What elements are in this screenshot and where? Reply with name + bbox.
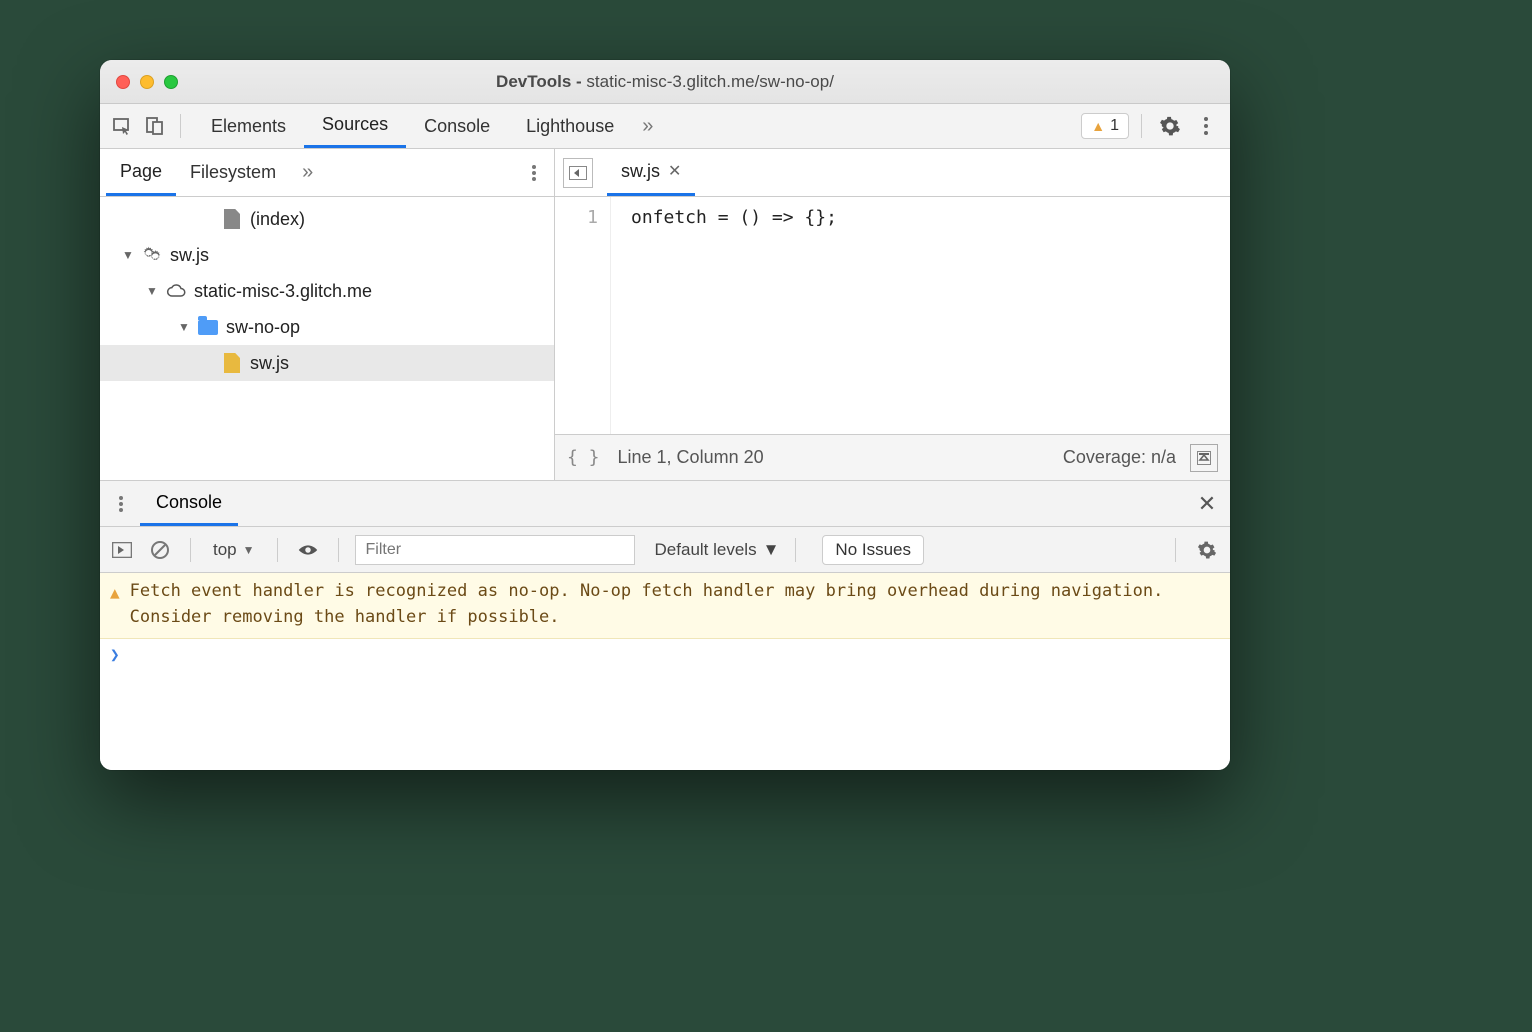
sidebar-more-tabs-icon[interactable]: » — [290, 161, 325, 184]
divider — [795, 538, 796, 562]
service-worker-icon — [142, 243, 162, 267]
more-tabs-icon[interactable]: » — [632, 115, 663, 138]
editor-tabs: sw.js ✕ — [555, 149, 1230, 197]
issues-button[interactable]: No Issues — [822, 535, 924, 565]
tree-item-sw-root[interactable]: ▼ sw.js — [100, 237, 554, 273]
close-window-button[interactable] — [116, 75, 130, 89]
cloud-icon — [166, 279, 186, 303]
warning-icon: ▲ — [110, 579, 120, 630]
tree-label: sw-no-op — [226, 317, 300, 338]
log-levels-selector[interactable]: Default levels ▼ — [645, 540, 780, 560]
editor-pane: sw.js ✕ 1 onfetch = () => {}; { } Line 1… — [555, 149, 1230, 480]
tree-item-swjs[interactable]: sw.js — [100, 345, 554, 381]
toggle-navigator-icon[interactable] — [563, 158, 593, 188]
levels-label: Default levels — [655, 540, 757, 560]
drawer-more-options-icon[interactable] — [108, 496, 134, 512]
sidebar-tab-filesystem[interactable]: Filesystem — [176, 149, 290, 196]
line-number: 1 — [555, 207, 598, 228]
title-url: static-misc-3.glitch.me/sw-no-op/ — [586, 72, 834, 91]
zoom-window-button[interactable] — [164, 75, 178, 89]
show-console-sidebar-icon[interactable] — [108, 536, 136, 564]
code-editor[interactable]: 1 onfetch = () => {}; — [555, 197, 1230, 434]
warning-message: Fetch event handler is recognized as no-… — [130, 579, 1220, 630]
editor-status-bar: { } Line 1, Column 20 Coverage: n/a — [555, 434, 1230, 480]
cursor-position: Line 1, Column 20 — [618, 447, 764, 468]
clear-console-icon[interactable] — [146, 536, 174, 564]
pretty-print-icon[interactable]: { } — [567, 447, 600, 468]
tree-label: sw.js — [250, 353, 289, 374]
traffic-lights — [116, 75, 178, 89]
warnings-badge[interactable]: ▲ 1 — [1081, 113, 1129, 139]
coverage-label: Coverage: n/a — [1063, 447, 1176, 468]
dropdown-icon: ▼ — [763, 540, 780, 560]
tab-elements[interactable]: Elements — [193, 104, 304, 148]
line-gutter: 1 — [555, 197, 611, 434]
inspect-element-icon[interactable] — [108, 112, 136, 140]
divider — [338, 538, 339, 562]
device-toolbar-icon[interactable] — [140, 112, 168, 140]
title-prefix: DevTools - — [496, 72, 586, 91]
editor-tab-label: sw.js — [621, 161, 660, 182]
drawer-tab-console[interactable]: Console — [140, 481, 238, 526]
dropdown-icon: ▼ — [243, 543, 255, 557]
divider — [190, 538, 191, 562]
warning-icon: ▲ — [1091, 118, 1105, 134]
divider — [1175, 538, 1176, 562]
divider — [180, 114, 181, 138]
divider — [277, 538, 278, 562]
file-tree: (index) ▼ sw.js ▼ static-misc-3.glitch.m… — [100, 197, 554, 480]
main-toolbar: Elements Sources Console Lighthouse » ▲ … — [100, 104, 1230, 149]
console-warning-row[interactable]: ▲ Fetch event handler is recognized as n… — [100, 573, 1230, 639]
filter-input[interactable] — [355, 535, 635, 565]
tree-label: (index) — [250, 209, 305, 230]
context-label: top — [213, 540, 237, 560]
tree-label: sw.js — [170, 245, 209, 266]
js-file-icon — [222, 351, 242, 375]
tab-sources[interactable]: Sources — [304, 104, 406, 148]
sidebar-more-options-icon[interactable] — [520, 165, 548, 181]
code-content[interactable]: onfetch = () => {}; — [611, 197, 1230, 434]
warning-count: 1 — [1110, 117, 1119, 135]
divider — [1141, 114, 1142, 138]
titlebar: DevTools - static-misc-3.glitch.me/sw-no… — [100, 60, 1230, 104]
settings-gear-icon[interactable] — [1154, 110, 1186, 142]
toggle-debugger-pane-icon[interactable] — [1190, 444, 1218, 472]
folder-icon — [198, 315, 218, 339]
drawer-tabs: Console ✕ — [100, 481, 1230, 527]
editor-tab-swjs[interactable]: sw.js ✕ — [607, 149, 695, 196]
console-toolbar: top ▼ Default levels ▼ No Issues — [100, 527, 1230, 573]
tree-label: static-misc-3.glitch.me — [194, 281, 372, 302]
console-settings-icon[interactable] — [1192, 540, 1222, 560]
sidebar-tab-page[interactable]: Page — [106, 149, 176, 196]
console-prompt[interactable]: ❯ — [100, 639, 1230, 670]
close-drawer-icon[interactable]: ✕ — [1192, 491, 1222, 517]
sidebar-tabs: Page Filesystem » — [100, 149, 554, 197]
document-icon — [222, 207, 242, 231]
tree-expand-icon[interactable]: ▼ — [146, 284, 158, 298]
tree-expand-icon[interactable]: ▼ — [122, 248, 134, 262]
console-log: ▲ Fetch event handler is recognized as n… — [100, 573, 1230, 770]
more-options-icon[interactable] — [1190, 110, 1222, 142]
panel-tabs: Elements Sources Console Lighthouse » — [193, 104, 663, 148]
tree-item-folder[interactable]: ▼ sw-no-op — [100, 309, 554, 345]
window-title: DevTools - static-misc-3.glitch.me/sw-no… — [496, 72, 834, 92]
console-drawer: Console ✕ top ▼ Default levels — [100, 480, 1230, 770]
context-selector[interactable]: top ▼ — [207, 540, 261, 560]
devtools-window: DevTools - static-misc-3.glitch.me/sw-no… — [100, 60, 1230, 770]
live-expression-icon[interactable] — [294, 536, 322, 564]
tree-item-domain[interactable]: ▼ static-misc-3.glitch.me — [100, 273, 554, 309]
tab-console[interactable]: Console — [406, 104, 508, 148]
tree-item-index[interactable]: (index) — [100, 201, 554, 237]
sources-sidebar: Page Filesystem » (index) ▼ s — [100, 149, 555, 480]
tree-expand-icon[interactable]: ▼ — [178, 320, 190, 334]
close-tab-icon[interactable]: ✕ — [668, 161, 681, 181]
minimize-window-button[interactable] — [140, 75, 154, 89]
tab-lighthouse[interactable]: Lighthouse — [508, 104, 632, 148]
